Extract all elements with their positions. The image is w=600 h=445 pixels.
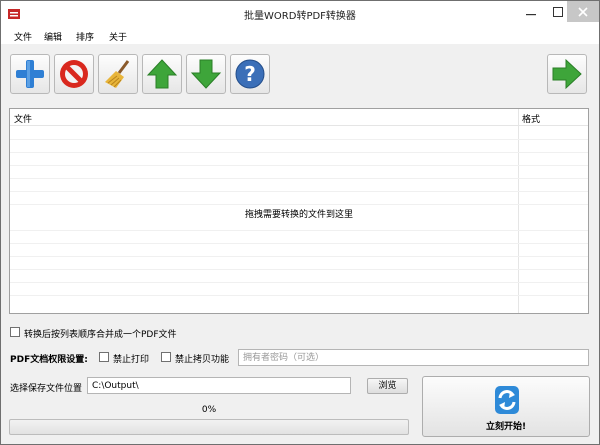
menu-about[interactable]: 关于 bbox=[106, 29, 130, 44]
no-copy-checkbox[interactable] bbox=[161, 352, 171, 362]
add-icon bbox=[16, 60, 44, 88]
row-divider bbox=[10, 295, 588, 296]
row-divider bbox=[10, 165, 588, 166]
column-header-file[interactable]: 文件 bbox=[14, 112, 32, 125]
file-list[interactable]: 文件 格式 拖拽需要转换的文件到这里 bbox=[9, 108, 589, 314]
app-window: 批量WORD转PDF转换器 文件 编辑 排序 关于 ? 文件 格式 拖拽需要转换… bbox=[0, 0, 600, 445]
browse-button[interactable]: 浏览 bbox=[367, 378, 408, 394]
menu-bar: 文件 编辑 排序 关于 bbox=[1, 27, 599, 44]
row-divider bbox=[10, 191, 588, 192]
next-button[interactable] bbox=[547, 54, 587, 94]
row-divider bbox=[10, 139, 588, 140]
no-print-checkbox[interactable] bbox=[99, 352, 109, 362]
output-path-input[interactable] bbox=[87, 377, 351, 394]
window-title: 批量WORD转PDF转换器 bbox=[244, 11, 356, 22]
add-files-button[interactable] bbox=[10, 54, 50, 94]
progress-bar bbox=[9, 419, 409, 435]
svg-text:?: ? bbox=[244, 62, 256, 86]
move-down-button[interactable] bbox=[186, 54, 226, 94]
no-copy-label[interactable]: 禁止拷贝功能 bbox=[175, 352, 229, 365]
maximize-icon bbox=[552, 7, 563, 17]
row-divider bbox=[10, 243, 588, 244]
arrow-right-icon bbox=[552, 58, 582, 90]
merge-checkbox[interactable] bbox=[10, 327, 20, 337]
owner-password-input[interactable] bbox=[238, 349, 589, 366]
column-header-format[interactable]: 格式 bbox=[522, 112, 540, 125]
file-list-header: 文件 格式 bbox=[10, 109, 588, 126]
menu-file[interactable]: 文件 bbox=[11, 29, 35, 44]
row-divider bbox=[10, 230, 588, 231]
minimize-icon bbox=[525, 14, 536, 16]
pdf-permissions-label: PDF文档权限设置: bbox=[10, 355, 88, 365]
menu-sort[interactable]: 排序 bbox=[73, 29, 97, 44]
row-divider bbox=[10, 204, 588, 205]
menu-edit[interactable]: 编辑 bbox=[41, 29, 65, 44]
help-button[interactable]: ? bbox=[230, 54, 270, 94]
drop-hint: 拖拽需要转换的文件到这里 bbox=[244, 210, 353, 220]
start-label: 立刻开始! bbox=[485, 422, 527, 432]
close-icon bbox=[578, 7, 588, 17]
arrow-up-icon bbox=[146, 59, 178, 89]
row-divider bbox=[10, 256, 588, 257]
row-divider bbox=[10, 282, 588, 283]
remove-file-button[interactable] bbox=[54, 54, 94, 94]
minimize-button[interactable] bbox=[517, 1, 544, 22]
title-bar[interactable]: 批量WORD转PDF转换器 bbox=[1, 1, 599, 27]
clear-list-button[interactable] bbox=[98, 54, 138, 94]
remove-icon bbox=[60, 60, 88, 88]
refresh-icon bbox=[495, 386, 519, 414]
close-button[interactable] bbox=[567, 1, 599, 22]
move-up-button[interactable] bbox=[142, 54, 182, 94]
row-divider bbox=[10, 269, 588, 270]
merge-label[interactable]: 转换后按列表顺序合并成一个PDF文件 bbox=[24, 327, 177, 340]
arrow-down-icon bbox=[190, 59, 222, 89]
help-icon: ? bbox=[235, 59, 265, 89]
output-location-label: 选择保存文件位置 bbox=[10, 384, 83, 394]
row-divider bbox=[10, 178, 588, 179]
start-button[interactable]: 立刻开始! bbox=[422, 376, 590, 437]
progress-percent: 0% bbox=[201, 405, 217, 415]
no-print-label[interactable]: 禁止打印 bbox=[113, 352, 149, 365]
row-divider bbox=[10, 152, 588, 153]
broom-icon bbox=[105, 60, 130, 88]
